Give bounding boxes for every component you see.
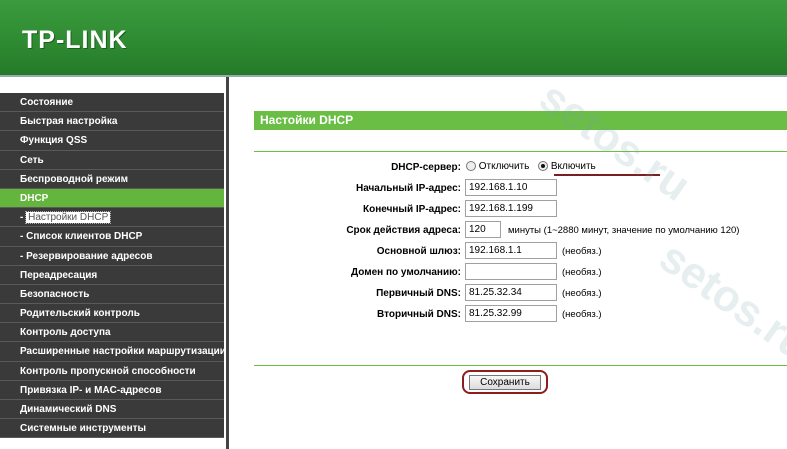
dhcp-server-label: DHCP-сервер: xyxy=(391,162,461,173)
dhcp-server-options: Отключить Включить xyxy=(466,161,602,172)
sidebar-item-label: Динамический DNS xyxy=(20,404,117,415)
sidebar: Состояние Быстрая настройка Функция QSS Сет… xyxy=(0,77,229,449)
bottom-divider xyxy=(254,365,787,366)
sidebar-item-17[interactable]: Системные инструменты xyxy=(0,419,224,439)
sidebar-item-label: Системные инструменты xyxy=(20,423,147,435)
sidebar-item-12[interactable]: Контроль доступа xyxy=(0,323,224,343)
dns2-row: Вторичный DNS: (необяз.) xyxy=(254,304,787,324)
domain-note: (необяз.) xyxy=(562,267,602,278)
sidebar-item-label: Быстрая настройка xyxy=(20,116,118,128)
sidebar-item-label: Сеть xyxy=(20,154,44,166)
dhcp-on-option[interactable]: Включить xyxy=(538,161,596,172)
sidebar-item-label: - Резервирование адресов xyxy=(20,250,153,262)
end-ip-label: Конечный IP-адрес: xyxy=(363,204,461,215)
lease-note: минуты (1~2880 минут, значение по умолча… xyxy=(508,225,740,236)
save-button[interactable]: Сохранить xyxy=(469,375,541,390)
dhcp-off-radio[interactable] xyxy=(466,161,476,172)
dns1-note: (необяз.) xyxy=(562,288,602,299)
lease-input[interactable] xyxy=(465,221,501,238)
sidebar-item-label: Настройки DHCP xyxy=(25,211,112,225)
sidebar-item-3[interactable]: Сеть xyxy=(0,150,224,170)
sidebar-item-label: Переадресация xyxy=(20,269,98,281)
dns2-input[interactable] xyxy=(465,305,557,322)
gateway-input[interactable] xyxy=(465,242,557,259)
page-title: Настойки DHCP xyxy=(254,111,787,130)
sidebar-item-8[interactable]: - Резервирование адресов xyxy=(0,246,224,266)
start-ip-input[interactable] xyxy=(465,179,557,196)
sidebar-item-label: Привязка IP- и MAC-адресов xyxy=(20,384,162,396)
sidebar-item-2[interactable]: Функция QSS xyxy=(0,131,224,151)
gateway-row: Основной шлюз: (необяз.) xyxy=(254,241,787,261)
sidebar-item-4[interactable]: Беспроводной режим xyxy=(0,169,224,189)
start-ip-label: Начальный IP-адрес: xyxy=(355,183,461,194)
sidebar-item-label: Безопасность xyxy=(20,288,90,300)
dhcp-on-label: Включить xyxy=(550,161,596,172)
dns1-label: Первичный DNS: xyxy=(376,288,461,299)
sidebar-item-15[interactable]: Привязка IP- и MAC-адресов xyxy=(0,380,224,400)
dhcp-off-option[interactable]: Отключить xyxy=(466,161,532,172)
sidebar-item-14[interactable]: Контроль пропускной способности xyxy=(0,361,224,381)
dns2-label: Вторичный DNS: xyxy=(377,309,461,320)
sidebar-item-1[interactable]: Быстрая настройка xyxy=(0,112,224,132)
end-ip-input[interactable] xyxy=(465,200,557,217)
highlight-underline xyxy=(554,174,660,176)
sidebar-item-16[interactable]: Динамический DNS xyxy=(0,400,224,420)
sidebar-item-label: Родительский контроль xyxy=(20,308,140,320)
sidebar-item-label: Контроль доступа xyxy=(20,327,111,339)
sidebar-item-label: Функция QSS xyxy=(20,135,88,147)
dns1-row: Первичный DNS: (необяз.) xyxy=(254,283,787,303)
dns1-input[interactable] xyxy=(465,284,557,301)
gateway-label: Основной шлюз: xyxy=(376,246,461,257)
sidebar-item-label: Контроль пропускной способности xyxy=(20,365,196,377)
sidebar-item-label: - Список клиентов DHCP xyxy=(20,231,143,243)
dhcp-server-row: DHCP-сервер: Отключить Включить xyxy=(254,157,787,177)
domain-row: Домен по умолчанию: (необяз.) xyxy=(254,262,787,282)
domain-input[interactable] xyxy=(465,263,557,280)
sidebar-item-label: DHCP xyxy=(20,192,49,204)
save-highlight: Сохранить xyxy=(462,370,548,394)
sidebar-item-13[interactable]: Расширенные настройки маршрутизации xyxy=(0,342,224,362)
dns2-note: (необяз.) xyxy=(562,309,602,320)
top-divider xyxy=(254,151,787,152)
sidebar-item-10[interactable]: Безопасность xyxy=(0,284,224,305)
gateway-note: (необяз.) xyxy=(562,246,602,257)
dhcp-off-label: Отключить xyxy=(478,161,530,172)
sidebar-menu: Состояние Быстрая настройка Функция QSS Сет… xyxy=(0,93,224,439)
dhcp-on-radio[interactable] xyxy=(538,161,549,172)
domain-label: Домен по умолчанию: xyxy=(350,267,461,278)
start-ip-row: Начальный IP-адрес: xyxy=(254,178,787,198)
sidebar-item-0[interactable]: Состояние xyxy=(0,93,224,113)
sidebar-item-9[interactable]: Переадресация xyxy=(0,265,224,285)
sidebar-item-7[interactable]: - Список клиентов DHCP xyxy=(0,227,224,247)
sidebar-item-label: Состояние xyxy=(20,97,74,108)
lease-row: Срок действия адреса: минуты (1~2880 мин… xyxy=(254,220,787,240)
lease-label: Срок действия адреса: xyxy=(346,225,461,236)
sidebar-item-11[interactable]: Родительский контроль xyxy=(0,304,224,324)
header-banner: TP-LINK xyxy=(0,0,787,75)
sidebar-item-label: Беспроводной режим xyxy=(20,173,129,185)
main-content: Настойки DHCP DHCP-сервер: Отключить Вкл… xyxy=(229,72,787,449)
sidebar-item-5[interactable]: DHCP xyxy=(0,188,224,209)
tp-link-logo: TP-LINK xyxy=(22,26,128,54)
end-ip-row: Конечный IP-адрес: xyxy=(254,199,787,219)
sidebar-item-6[interactable]: - Настройки DHCP xyxy=(0,208,224,228)
sidebar-item-label: Расширенные настройки маршрутизации xyxy=(20,346,224,358)
